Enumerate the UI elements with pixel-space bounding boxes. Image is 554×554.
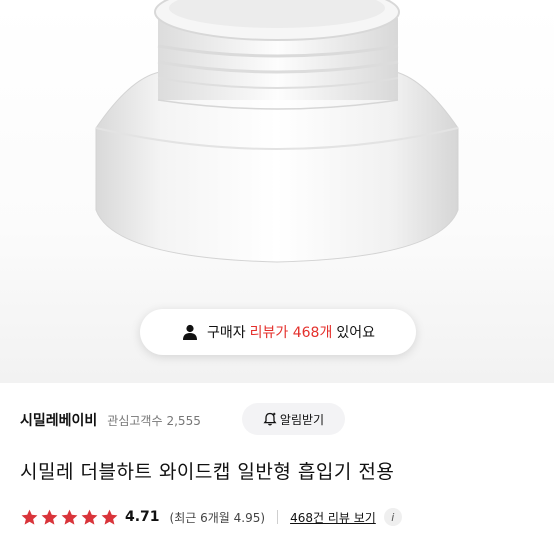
person-icon xyxy=(183,324,197,340)
star-icon xyxy=(41,509,58,525)
product-title: 시밀레 더블하트 와이드캡 일반형 흡입기 전용 xyxy=(20,461,395,483)
review-banner-prefix: 구매자 xyxy=(207,325,246,341)
bell-icon xyxy=(263,412,277,426)
product-image: 구매자 리뷰가 468개 있어요 xyxy=(0,0,554,383)
rating-score: 4.71 xyxy=(125,509,160,525)
interest-count: 2,555 xyxy=(166,414,201,428)
star-icon xyxy=(61,509,78,525)
alarm-button[interactable]: 알림받기 xyxy=(242,403,345,435)
recent-rating: (최근 6개월 4.95) xyxy=(169,510,266,525)
info-icon[interactable]: i xyxy=(383,508,402,526)
star-icon xyxy=(21,509,38,525)
product-info: 시밀레베이비 관심고객수 2,555 알림받기 시밀레 더블하트 와이드캡 일반… xyxy=(0,383,554,554)
rating-row: 4.71 (최근 6개월 4.95) 468건 리뷰 보기 i xyxy=(20,507,402,527)
divider xyxy=(277,510,279,524)
brand-row: 시밀레베이비 관심고객수 2,555 xyxy=(20,410,201,430)
star-icon xyxy=(101,509,118,525)
buyer-review-banner[interactable]: 구매자 리뷰가 468개 있어요 xyxy=(140,309,416,355)
review-banner-suffix: 있어요 xyxy=(336,325,375,341)
rating-stars xyxy=(20,508,120,527)
brand-name[interactable]: 시밀레베이비 xyxy=(20,410,97,430)
review-link[interactable]: 468건 리뷰 보기 xyxy=(290,509,376,526)
star-icon xyxy=(81,509,98,525)
interest-label: 관심고객수 xyxy=(107,414,163,428)
review-banner-count: 리뷰가 468개 xyxy=(249,325,333,341)
alarm-button-label: 알림받기 xyxy=(279,412,325,427)
